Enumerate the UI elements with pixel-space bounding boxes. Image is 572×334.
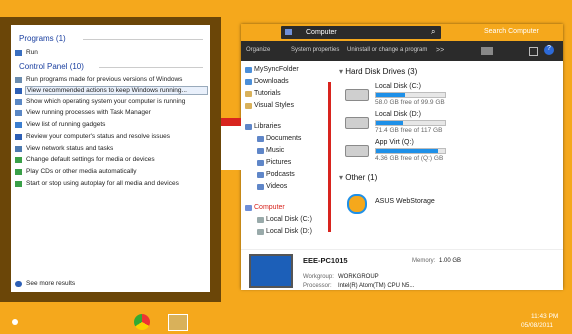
- nav-item[interactable]: Documents: [257, 135, 301, 142]
- organize-button[interactable]: Organize: [246, 47, 270, 53]
- content-pane: ▾ Hard Disk Drives (3) Local Disk (C:) 5…: [333, 61, 563, 249]
- start-search-results: Programs (1) Run Control Panel (10) Run …: [11, 25, 210, 292]
- hdd-group-heading[interactable]: ▾ Hard Disk Drives (3): [339, 67, 417, 76]
- views-icon[interactable]: [481, 47, 493, 55]
- run-icon: [15, 50, 22, 56]
- computer-icon: [245, 205, 252, 211]
- nav-item[interactable]: Downloads: [245, 78, 289, 85]
- drive-icon: [257, 217, 264, 223]
- nav-computer[interactable]: Computer: [245, 204, 285, 211]
- gadget-icon: [15, 122, 22, 128]
- documents-icon: [257, 136, 264, 142]
- help-icon[interactable]: ?: [544, 45, 554, 55]
- compat-icon: [15, 77, 22, 83]
- programs-heading[interactable]: Programs (1): [19, 34, 66, 43]
- command-bar: Organize System properties Uninstall or …: [241, 41, 563, 61]
- clock-time[interactable]: 11:43 PM: [531, 313, 558, 320]
- preview-pane-icon[interactable]: [529, 47, 538, 56]
- cp-result[interactable]: Play CDs or other media automatically: [15, 168, 137, 175]
- drive-item[interactable]: Local Disk (D:) 71.4 GB free of 117 GB: [333, 111, 483, 135]
- navigation-pane: MySyncFolder Downloads Tutorials Visual …: [241, 61, 331, 249]
- drive-usage-bar: [375, 92, 446, 98]
- pc-name: EEE-PC1015: [303, 256, 348, 265]
- drive-usage-bar: [375, 148, 446, 154]
- divider: [99, 67, 203, 68]
- other-group-heading[interactable]: ▾ Other (1): [339, 173, 377, 182]
- breadcrumb[interactable]: Computer ⌕: [281, 26, 441, 39]
- drive-icon: [345, 117, 369, 129]
- asus-webstorage-icon: [347, 194, 367, 214]
- start-menu: Programs (1) Run Control Panel (10) Run …: [0, 17, 221, 302]
- drive-icon: [257, 229, 264, 235]
- address-bar: Computer ⌕ Search Computer: [241, 24, 563, 41]
- chrome-icon[interactable]: [134, 314, 150, 330]
- nav-item[interactable]: Pictures: [257, 159, 291, 166]
- background-window: [221, 118, 241, 170]
- folder-icon: [245, 79, 252, 85]
- flag-icon: [15, 88, 22, 94]
- folder-icon: [245, 67, 252, 73]
- uninstall-button[interactable]: Uninstall or change a program: [347, 47, 427, 53]
- nav-item[interactable]: MySyncFolder: [245, 66, 299, 73]
- pictures-icon: [257, 160, 264, 166]
- cp-result[interactable]: View running processes with Task Manager: [15, 109, 151, 116]
- more-button[interactable]: >>: [436, 47, 444, 54]
- cp-result[interactable]: Start or stop using autoplay for all med…: [15, 180, 179, 187]
- cp-result[interactable]: View network status and tasks: [15, 145, 113, 152]
- autoplay-icon: [15, 169, 22, 175]
- computer-icon: [285, 29, 292, 35]
- drive-usage-bar: [375, 120, 446, 126]
- nav-item[interactable]: Podcasts: [257, 171, 295, 178]
- control-panel-heading[interactable]: Control Panel (10): [19, 62, 84, 71]
- flag-icon: [15, 134, 22, 140]
- nav-scrollbar[interactable]: [328, 82, 331, 232]
- folder-icon: [245, 103, 252, 109]
- cp-result[interactable]: Show which operating system your compute…: [15, 98, 185, 105]
- computer-icon: [249, 254, 293, 288]
- other-item[interactable]: ASUS WebStorage: [333, 191, 453, 217]
- nav-item[interactable]: Music: [257, 147, 284, 154]
- drive-icon: [345, 145, 369, 157]
- details-pane: EEE-PC1015 Memory: 1.00 GB Workgroup: WO…: [241, 249, 563, 290]
- taskbar: 11:43 PM 05/08/2011: [0, 310, 572, 334]
- autoplay-icon: [15, 181, 22, 187]
- cp-result[interactable]: Change default settings for media or dev…: [15, 156, 155, 163]
- nav-item[interactable]: Visual Styles: [245, 102, 294, 109]
- library-icon: [245, 124, 252, 130]
- search-input[interactable]: Search Computer: [484, 28, 539, 35]
- see-more-results[interactable]: See more results: [15, 280, 75, 287]
- computer-icon: [15, 110, 22, 116]
- drive-item[interactable]: App Virt (Q:) 4.36 GB free of (Q:) GB: [333, 139, 483, 163]
- music-icon: [257, 148, 264, 154]
- cp-result[interactable]: Review your computer's status and resolv…: [15, 133, 170, 140]
- nav-item[interactable]: Local Disk (D:): [257, 228, 312, 235]
- search-icon[interactable]: ⌕: [431, 27, 435, 37]
- explorer-taskbar-icon[interactable]: [168, 314, 188, 331]
- network-icon: [15, 146, 22, 152]
- folder-icon: [245, 91, 252, 97]
- cp-result[interactable]: Run programs made for previous versions …: [15, 76, 182, 83]
- start-orb[interactable]: [12, 319, 18, 325]
- cp-result[interactable]: View list of running gadgets: [15, 121, 105, 128]
- explorer-window: Computer ⌕ Search Computer Organize Syst…: [241, 24, 563, 290]
- computer-icon: [15, 99, 22, 105]
- autoplay-icon: [15, 157, 22, 163]
- nav-item[interactable]: Videos: [257, 183, 287, 190]
- nav-item[interactable]: Tutorials: [245, 90, 281, 97]
- videos-icon: [257, 184, 264, 190]
- divider: [83, 39, 203, 40]
- drive-item[interactable]: Local Disk (C:) 58.0 GB free of 99.9 GB: [333, 83, 483, 107]
- clock-date[interactable]: 05/08/2011: [521, 322, 553, 329]
- cp-result-selected[interactable]: View recommended actions to keep Windows…: [15, 86, 208, 95]
- system-properties-button[interactable]: System properties: [291, 47, 339, 53]
- drive-icon: [345, 89, 369, 101]
- podcasts-icon: [257, 172, 264, 178]
- nav-item[interactable]: Local Disk (C:): [257, 216, 312, 223]
- search-icon: [15, 281, 22, 287]
- nav-libraries[interactable]: Libraries: [245, 123, 281, 130]
- result-run[interactable]: Run: [15, 49, 38, 56]
